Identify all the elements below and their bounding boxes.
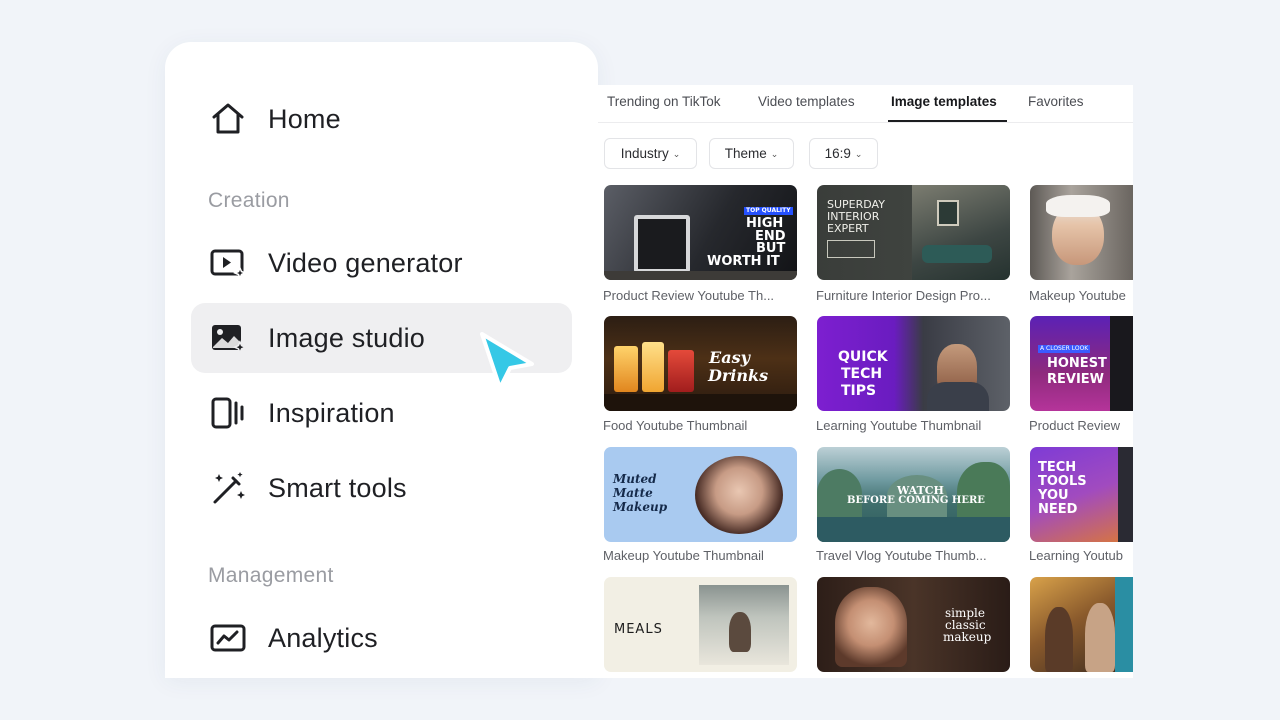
- tab-image-templates[interactable]: Image templates: [891, 94, 997, 109]
- template-card[interactable]: QUICK TECH TIPS: [817, 316, 1010, 411]
- thumbnail-text: TOP QUALITY: [744, 207, 793, 215]
- filter-label: Industry: [620, 146, 669, 161]
- video-generator-icon: [209, 244, 247, 282]
- active-tab-indicator: [888, 120, 1007, 122]
- sidebar-item-label: Image studio: [268, 322, 425, 353]
- section-title-management: Management: [208, 564, 334, 587]
- chevron-down-icon: ⌄: [770, 149, 779, 159]
- template-card[interactable]: [1030, 577, 1133, 672]
- sidebar-item-label: Smart tools: [268, 472, 407, 503]
- aspect-ratio-filter-dropdown[interactable]: 16:9 ⌄: [809, 138, 878, 169]
- thumbnail-device: [634, 215, 690, 273]
- template-card[interactable]: simple classic makeup: [817, 577, 1010, 672]
- analytics-icon: [209, 619, 247, 657]
- template-card-title: Learning Youtub: [1029, 548, 1123, 563]
- template-card[interactable]: MEALS: [604, 577, 797, 672]
- theme-filter-dropdown[interactable]: Theme ⌄: [709, 138, 794, 169]
- thumbnail-text: MEALS: [614, 622, 663, 637]
- thumbnail-text: Easy: [709, 348, 750, 367]
- template-card-title: Furniture Interior Design Pro...: [816, 288, 991, 303]
- section-title-creation: Creation: [208, 189, 290, 212]
- template-gallery: Trending on TikTok Video templates Image…: [598, 85, 1133, 678]
- template-card[interactable]: [1030, 185, 1133, 280]
- thumbnail-text: Matte: [613, 486, 653, 500]
- thumbnail-text: A CLOSER LOOK: [1038, 345, 1091, 353]
- tab-bar: Trending on TikTok Video templates Image…: [598, 85, 1133, 123]
- thumbnail-text: TOOLS: [1038, 474, 1087, 489]
- sidebar-item-analytics[interactable]: Analytics: [191, 603, 572, 673]
- thumbnail-text: TECH: [841, 366, 883, 382]
- template-card[interactable]: WATCH BEFORE COMING HERE: [817, 447, 1010, 542]
- filter-label: 16:9: [824, 146, 851, 161]
- template-card[interactable]: TOP QUALITY HIGH END BUT WORTH IT: [604, 185, 797, 280]
- thumbnail-text: INTERIOR: [827, 210, 880, 223]
- chevron-down-icon: ⌄: [854, 149, 863, 159]
- thumbnail-text: SUPERDAY: [827, 198, 885, 211]
- thumbnail-text: Drinks: [708, 366, 769, 385]
- template-card-title: Learning Youtube Thumbnail: [816, 418, 982, 433]
- thumbnail-text: TECH: [1038, 460, 1077, 475]
- thumbnail-text: HONEST: [1047, 356, 1107, 371]
- sidebar-item-label: Video generator: [268, 247, 463, 278]
- thumbnail-text: Makeup: [613, 500, 668, 514]
- template-card[interactable]: SUPERDAY INTERIOR EXPERT: [817, 185, 1010, 280]
- thumbnail-text: TIPS: [841, 383, 877, 399]
- template-card-title: Product Review: [1029, 418, 1121, 433]
- template-card-title: Makeup Youtube Thumbnail: [603, 548, 764, 563]
- image-studio-icon: [209, 319, 247, 357]
- home-icon: [209, 100, 247, 138]
- template-card[interactable]: Muted Matte Makeup: [604, 447, 797, 542]
- thumbnail-text: WORTH IT: [707, 254, 780, 269]
- thumbnail-text: makeup: [943, 630, 992, 644]
- thumbnail-portrait: [695, 456, 783, 534]
- template-card-title: Product Review Youtube Th...: [603, 288, 775, 303]
- template-card[interactable]: A CLOSER LOOK HONEST REVIEW: [1030, 316, 1133, 411]
- sidebar-item-label: Home: [268, 103, 341, 134]
- template-card-title: Food Youtube Thumbnail: [603, 418, 748, 433]
- tab-video-templates[interactable]: Video templates: [758, 94, 855, 109]
- sidebar-item-label: Analytics: [268, 622, 378, 653]
- template-card[interactable]: Easy Drinks: [604, 316, 797, 411]
- filter-label: Theme: [724, 146, 767, 161]
- mouse-cursor-icon: [480, 332, 534, 390]
- sidebar-item-video-generator[interactable]: Video generator: [191, 228, 572, 298]
- sidebar-item-smart-tools[interactable]: Smart tools: [191, 453, 572, 523]
- thumbnail-text: BEFORE COMING HERE: [847, 495, 985, 506]
- sidebar-item-label: Inspiration: [268, 397, 395, 428]
- thumbnail-text: Muted: [613, 472, 657, 486]
- industry-filter-dropdown[interactable]: Industry ⌄: [604, 138, 697, 169]
- thumbnail-text: REVIEW: [1047, 372, 1105, 387]
- thumbnail-text: EXPERT: [827, 222, 869, 235]
- tab-favorites[interactable]: Favorites: [1028, 94, 1084, 109]
- tab-trending-on-tiktok[interactable]: Trending on TikTok: [607, 94, 721, 109]
- inspiration-icon: [209, 394, 247, 432]
- template-card-title: Travel Vlog Youtube Thumb...: [816, 548, 987, 563]
- template-card-title: Makeup Youtube: [1029, 288, 1126, 303]
- template-card[interactable]: TECH TOOLS YOU NEED: [1030, 447, 1133, 542]
- sidebar-item-home[interactable]: Home: [191, 84, 572, 154]
- chevron-down-icon: ⌄: [672, 149, 681, 159]
- magic-wand-icon: [209, 469, 247, 507]
- thumbnail-text: QUICK: [838, 349, 888, 365]
- thumbnail-text: NEED: [1038, 502, 1078, 517]
- thumbnail-portrait: [835, 587, 907, 667]
- thumbnail-text: YOU: [1038, 488, 1069, 503]
